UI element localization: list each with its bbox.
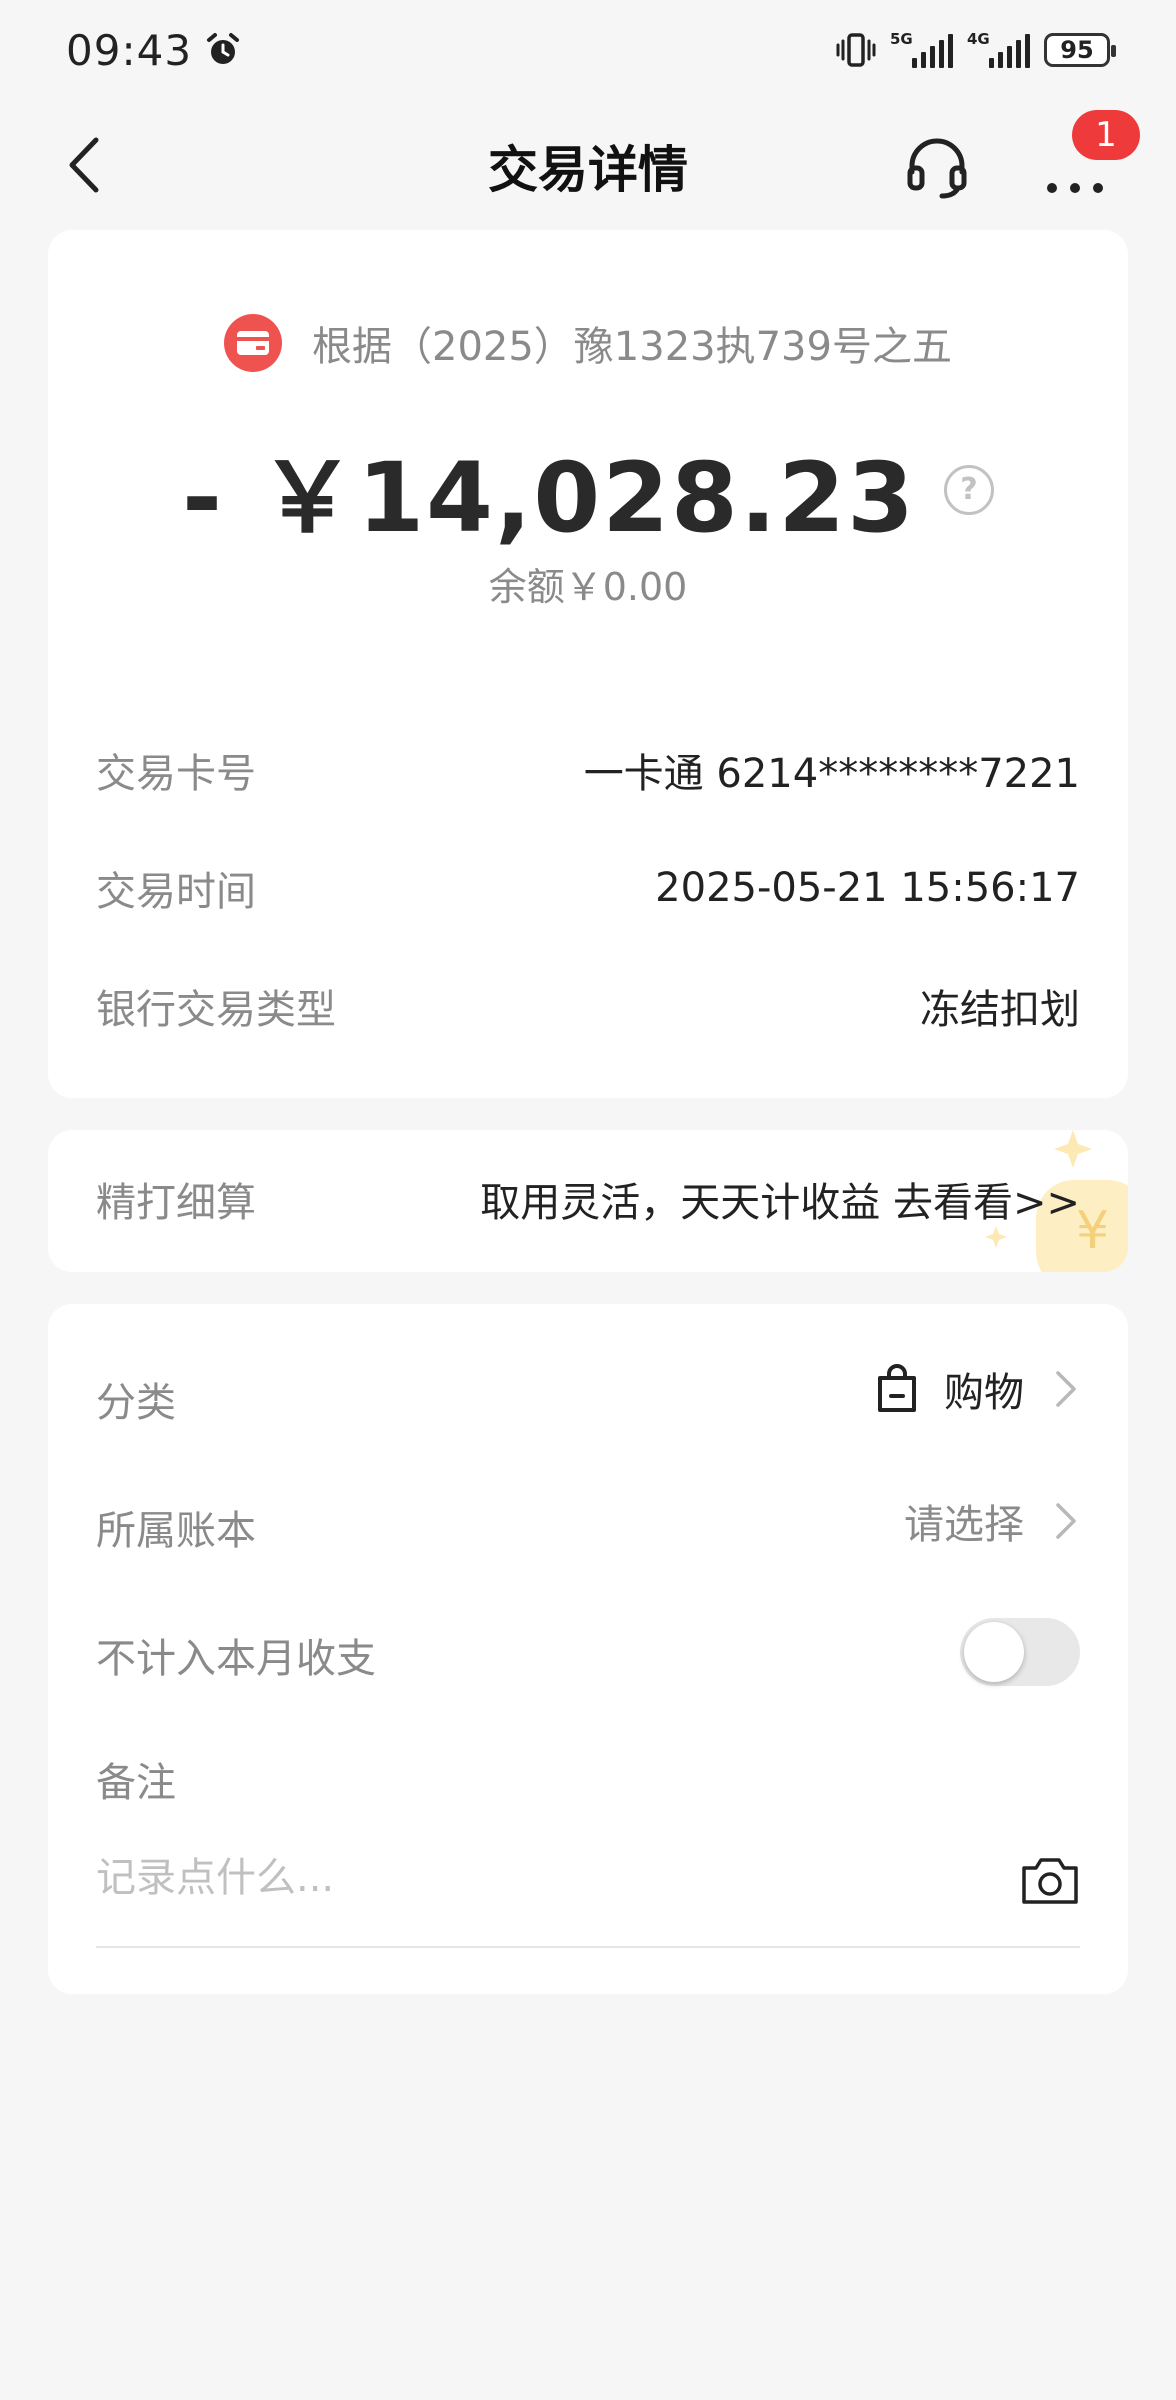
detail-value: 冻结扣划: [920, 987, 1080, 1033]
note-label: 备注: [96, 1760, 176, 1806]
promo-label: 精打细算: [96, 1180, 256, 1226]
merchant-row: 根据（2025）豫1323执739号之五: [48, 314, 1128, 372]
page-title: 交易详情: [488, 141, 688, 199]
battery-icon: 95: [1044, 33, 1116, 67]
ledger-value: 请选择: [904, 1502, 1024, 1548]
status-bar: 09:43 5G 4G 95: [0, 0, 1176, 100]
detail-label: 交易时间: [96, 869, 256, 915]
category-label: 分类: [96, 1380, 176, 1426]
signal-icon-4g: 4G: [967, 30, 1030, 68]
net-type-2: 4G: [967, 30, 990, 48]
merchant-name: 根据（2025）豫1323执739号之五: [312, 324, 952, 370]
nav-bar: 交易详情: [0, 110, 1176, 220]
detail-value: 一卡通 6214********7221: [583, 751, 1080, 797]
status-left: 09:43: [66, 26, 242, 75]
toggle-knob: [964, 1622, 1024, 1682]
shopping-bag-icon: [878, 1364, 916, 1412]
note-divider: [96, 1946, 1080, 1948]
transaction-card: 根据（2025）豫1323执739号之五 - ￥14,028.23 ? 余额￥0…: [48, 230, 1128, 1098]
promo-card[interactable]: ¥ 精打细算 取用灵活，天天计收益 去看看>>: [48, 1130, 1128, 1272]
battery-level: 95: [1060, 36, 1094, 64]
detail-value: 2025-05-21 15:56:17: [655, 865, 1080, 911]
chevron-right-icon: [1056, 1503, 1076, 1539]
vibrate-icon: [836, 33, 876, 67]
category-value: 购物: [944, 1370, 1024, 1416]
svg-text:¥: ¥: [1076, 1201, 1109, 1261]
exclude-toggle[interactable]: [960, 1618, 1080, 1686]
detail-row-card-number: 交易卡号 一卡通 6214********7221: [96, 740, 1080, 800]
camera-icon[interactable]: [1020, 1854, 1080, 1906]
alarm-icon: [207, 33, 240, 64]
help-icon[interactable]: ?: [943, 464, 994, 515]
detail-row-type: 银行交易类型 冻结扣划: [96, 976, 1080, 1036]
detail-label: 银行交易类型: [96, 987, 336, 1033]
net-type-1: 5G: [890, 30, 913, 48]
note-input[interactable]: [96, 1838, 976, 1918]
status-time: 09:43: [66, 25, 193, 75]
signal-icon-5g: 5G: [890, 30, 953, 68]
ledger-selector[interactable]: 请选择: [904, 1492, 1080, 1550]
category-card: 分类 购物 所属账本 请选择 不计入本月收支 备注: [48, 1304, 1128, 1994]
headset-icon[interactable]: [904, 134, 970, 200]
category-selector[interactable]: 购物: [876, 1360, 1080, 1418]
amount-row: - ￥14,028.23 ?: [48, 420, 1128, 559]
detail-row-time: 交易时间 2025-05-21 15:56:17: [96, 858, 1080, 918]
status-right: 5G 4G 95: [836, 30, 1116, 68]
balance-text: 余额￥0.00: [488, 565, 688, 609]
card-icon: [224, 314, 283, 372]
notification-badge: 1: [1072, 110, 1140, 160]
ledger-label: 所属账本: [96, 1508, 256, 1554]
chevron-right-icon: [1056, 1371, 1076, 1407]
detail-label: 交易卡号: [96, 751, 256, 797]
promo-link[interactable]: 取用灵活，天天计收益 去看看>>: [480, 1170, 1080, 1228]
exclude-label: 不计入本月收支: [96, 1636, 376, 1682]
transaction-amount: - ￥14,028.23: [182, 442, 916, 554]
